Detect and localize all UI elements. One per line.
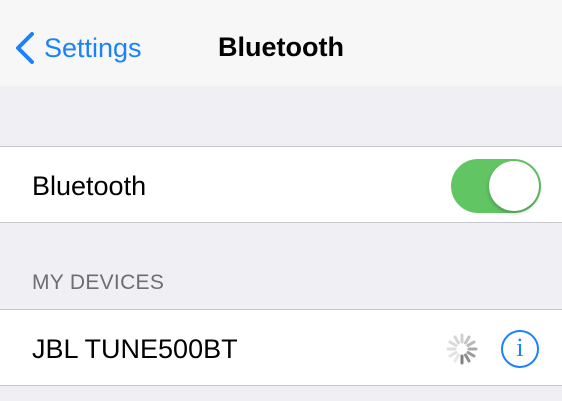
bluetooth-label: Bluetooth: [32, 171, 147, 201]
back-button[interactable]: Settings: [14, 28, 142, 68]
bluetooth-toggle[interactable]: [451, 159, 541, 213]
device-row[interactable]: JBL TUNE500BT i: [0, 309, 562, 386]
chevron-left-icon: [16, 32, 34, 64]
toggle-knob: [489, 161, 539, 211]
loading-spinner-icon: [446, 333, 478, 365]
device-name: JBL TUNE500BT: [32, 334, 238, 364]
my-devices-header: MY DEVICES: [32, 271, 165, 294]
bluetooth-toggle-row: Bluetooth: [0, 146, 562, 223]
info-icon[interactable]: i: [501, 330, 539, 368]
back-button-label: Settings: [44, 32, 142, 63]
navigation-bar: Settings Bluetooth: [0, 0, 562, 86]
page-title: Bluetooth: [218, 32, 344, 62]
